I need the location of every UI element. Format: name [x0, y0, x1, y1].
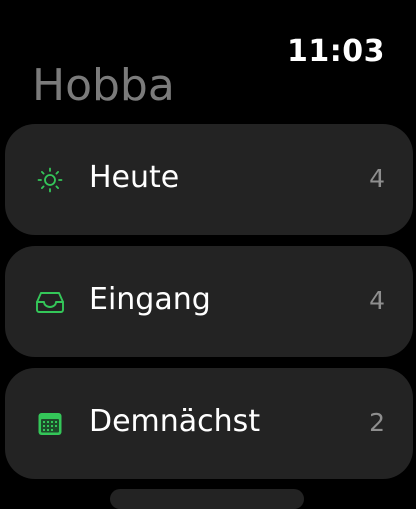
page-title: Hobba	[32, 60, 175, 111]
list-item-count: 4	[369, 286, 385, 315]
list-item-label: Eingang	[89, 282, 211, 317]
list-item-count: 4	[369, 164, 385, 193]
list-item-label: Demnächst	[89, 404, 261, 439]
status-time: 11:03	[287, 34, 385, 69]
inbox-tray-icon	[36, 292, 64, 313]
calendar-icon	[38, 413, 62, 435]
list-item-heute[interactable]: Heute 4	[5, 124, 413, 235]
list-item-count: 2	[369, 408, 385, 437]
list-item-label: Heute	[89, 160, 180, 195]
list-item-eingang[interactable]: Eingang 4	[5, 246, 413, 357]
sun-icon	[37, 167, 63, 193]
list-item-demnaechst[interactable]: Demnächst 2	[5, 368, 413, 479]
list-container: Heute 4 Eingang 4 Demnächst 2	[5, 124, 413, 490]
list-item-partial[interactable]	[110, 489, 304, 509]
